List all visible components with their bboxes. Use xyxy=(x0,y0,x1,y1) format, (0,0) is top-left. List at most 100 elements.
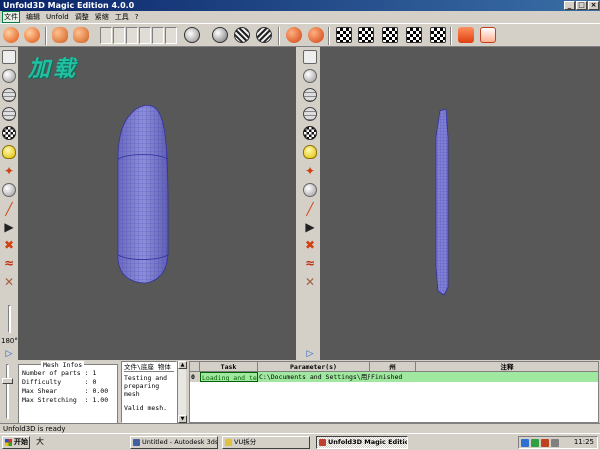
globe-icon[interactable] xyxy=(2,88,16,102)
mesh-info-row: Max Shear : 0.00 xyxy=(22,387,109,395)
cut-icon[interactable] xyxy=(234,27,250,43)
wave-icon[interactable]: ≈ xyxy=(303,256,317,270)
save-icon[interactable] xyxy=(24,27,40,43)
angle-slider[interactable] xyxy=(8,305,11,333)
open-icon[interactable] xyxy=(3,27,19,43)
3d-viewport[interactable]: 加载 xyxy=(18,47,296,360)
toolbar-slot[interactable] xyxy=(126,27,138,44)
log-scrollbar[interactable]: ▲ ▼ xyxy=(177,361,187,423)
network-icon[interactable] xyxy=(521,439,529,447)
cross-icon[interactable]: ✖ xyxy=(303,238,317,252)
minimize-button[interactable]: _ xyxy=(564,1,575,10)
arrow-right-icon[interactable] xyxy=(303,50,317,64)
menu-bar: 文件 编辑 Unfold 调整 紧缩 工具 ? xyxy=(0,10,600,23)
sphere-icon[interactable] xyxy=(212,27,228,43)
line-icon[interactable]: ╱ xyxy=(2,202,16,216)
split-icon[interactable]: ✕ xyxy=(2,275,16,289)
options-icon[interactable] xyxy=(480,27,496,43)
move-icon[interactable]: ✦ xyxy=(303,164,317,178)
unpin-icon[interactable] xyxy=(308,27,324,43)
vertical-slider[interactable] xyxy=(6,364,9,419)
col-state[interactable]: 州 xyxy=(370,362,416,371)
play-icon[interactable]: ▶ xyxy=(2,220,16,234)
row-task[interactable]: Loading and test xyxy=(200,372,258,382)
slider-arrow-icon[interactable]: ▷ xyxy=(303,347,317,361)
mesh-info-title: Mesh Infos xyxy=(41,361,85,369)
taskbar-button-3dsmax[interactable]: Untitled - Autodesk 3ds ... xyxy=(130,436,218,449)
row-parameters: C:\Documents and Settings\用户\M xyxy=(259,373,370,381)
maximize-button[interactable]: □ xyxy=(576,1,587,10)
close-button[interactable]: × xyxy=(588,1,599,10)
col-parameters[interactable]: Parameter(s) xyxy=(258,362,370,371)
scroll-up-icon[interactable]: ▲ xyxy=(178,361,187,369)
mesh-uv-view xyxy=(435,108,449,296)
checker-icon[interactable] xyxy=(336,27,352,43)
tray-app-icon[interactable] xyxy=(531,439,539,447)
slider-knob[interactable] xyxy=(2,378,13,384)
toolbar-slot[interactable] xyxy=(165,27,177,44)
slider-arrow-icon[interactable]: ▷ xyxy=(2,347,16,361)
col-note[interactable]: 注释 xyxy=(416,362,598,371)
play-icon[interactable]: ▶ xyxy=(303,220,317,234)
mesh-3d-view xyxy=(117,105,169,284)
toolbar-slot[interactable] xyxy=(113,27,125,44)
menu-tools[interactable]: 工具 xyxy=(115,12,129,22)
col-task[interactable]: Task xyxy=(200,362,258,371)
mesh-info-row: Difficulty : 0 xyxy=(22,378,97,386)
checker-sphere-icon[interactable] xyxy=(303,126,317,140)
sphere-view-icon[interactable] xyxy=(2,69,16,83)
col-index[interactable] xyxy=(190,362,200,371)
start-button[interactable]: 开始 xyxy=(2,436,30,449)
window-title: Unfold3D Magic Edition 4.0.0 xyxy=(3,1,135,10)
os-taskbar: 开始 大 Untitled - Autodesk 3ds ... VU拆分 Un… xyxy=(0,433,600,450)
table-row[interactable]: 0 Loading and test C:\Documents and Sett… xyxy=(190,372,598,382)
wire-globe-icon[interactable] xyxy=(303,107,317,121)
wave-icon[interactable]: ≈ xyxy=(2,256,16,270)
line-icon[interactable]: ╱ xyxy=(303,202,317,216)
checker-icon[interactable] xyxy=(382,27,398,43)
move-icon[interactable]: ✦ xyxy=(2,164,16,178)
rotate-icon[interactable] xyxy=(303,183,317,197)
tray-app-icon[interactable] xyxy=(541,439,549,447)
angle-value: 180° xyxy=(1,337,18,345)
menu-compact[interactable]: 紧缩 xyxy=(95,12,109,22)
toolbar-slot[interactable] xyxy=(139,27,151,44)
log-line: Valid mesh. xyxy=(124,404,168,412)
volume-icon[interactable] xyxy=(551,439,559,447)
sphere-view-icon[interactable] xyxy=(303,69,317,83)
menu-unfold[interactable]: Unfold xyxy=(46,13,69,21)
light-bulb-icon[interactable] xyxy=(2,145,16,159)
weld-icon[interactable] xyxy=(256,27,272,43)
cross-icon[interactable]: ✖ xyxy=(2,238,16,252)
menu-adjust[interactable]: 调整 xyxy=(75,12,89,22)
taskbar-button-folder[interactable]: VU拆分 xyxy=(222,436,310,449)
globe-icon[interactable] xyxy=(303,88,317,102)
uv-viewport[interactable] xyxy=(320,47,600,360)
mesh-info-row: Number of parts : 1 xyxy=(22,369,97,377)
tiles-icon[interactable] xyxy=(458,27,474,43)
wire-globe-icon[interactable] xyxy=(2,107,16,121)
fish-icon[interactable] xyxy=(184,27,200,43)
rotate-icon[interactable] xyxy=(2,183,16,197)
checker-icon[interactable] xyxy=(358,27,374,43)
checker-sphere-icon[interactable] xyxy=(2,126,16,140)
split-icon[interactable]: ✕ xyxy=(303,275,317,289)
quick-launch-icon[interactable]: 大 xyxy=(35,437,45,447)
checker-icon[interactable] xyxy=(406,27,422,43)
pin-icon[interactable] xyxy=(286,27,302,43)
taskbar-button-unfold3d[interactable]: Unfold3D Magic Edition 4... xyxy=(316,436,408,449)
undo-icon[interactable] xyxy=(52,27,68,43)
redo-icon[interactable] xyxy=(73,27,89,43)
menu-file[interactable]: 文件 xyxy=(2,10,20,23)
folder-icon xyxy=(225,439,232,446)
menu-edit[interactable]: 编辑 xyxy=(26,12,40,22)
checker-icon[interactable] xyxy=(430,27,446,43)
log-panel: 文件\底座 物体 Testing and preparing mesh Vali… xyxy=(121,361,177,423)
menu-help[interactable]: ? xyxy=(135,13,139,21)
loading-overlay-text: 加载 xyxy=(28,56,79,82)
light-bulb-icon[interactable] xyxy=(303,145,317,159)
scroll-down-icon[interactable]: ▼ xyxy=(178,415,187,423)
toolbar-slot[interactable] xyxy=(152,27,164,44)
arrow-right-icon[interactable] xyxy=(2,50,16,64)
toolbar-slot[interactable] xyxy=(100,27,112,44)
